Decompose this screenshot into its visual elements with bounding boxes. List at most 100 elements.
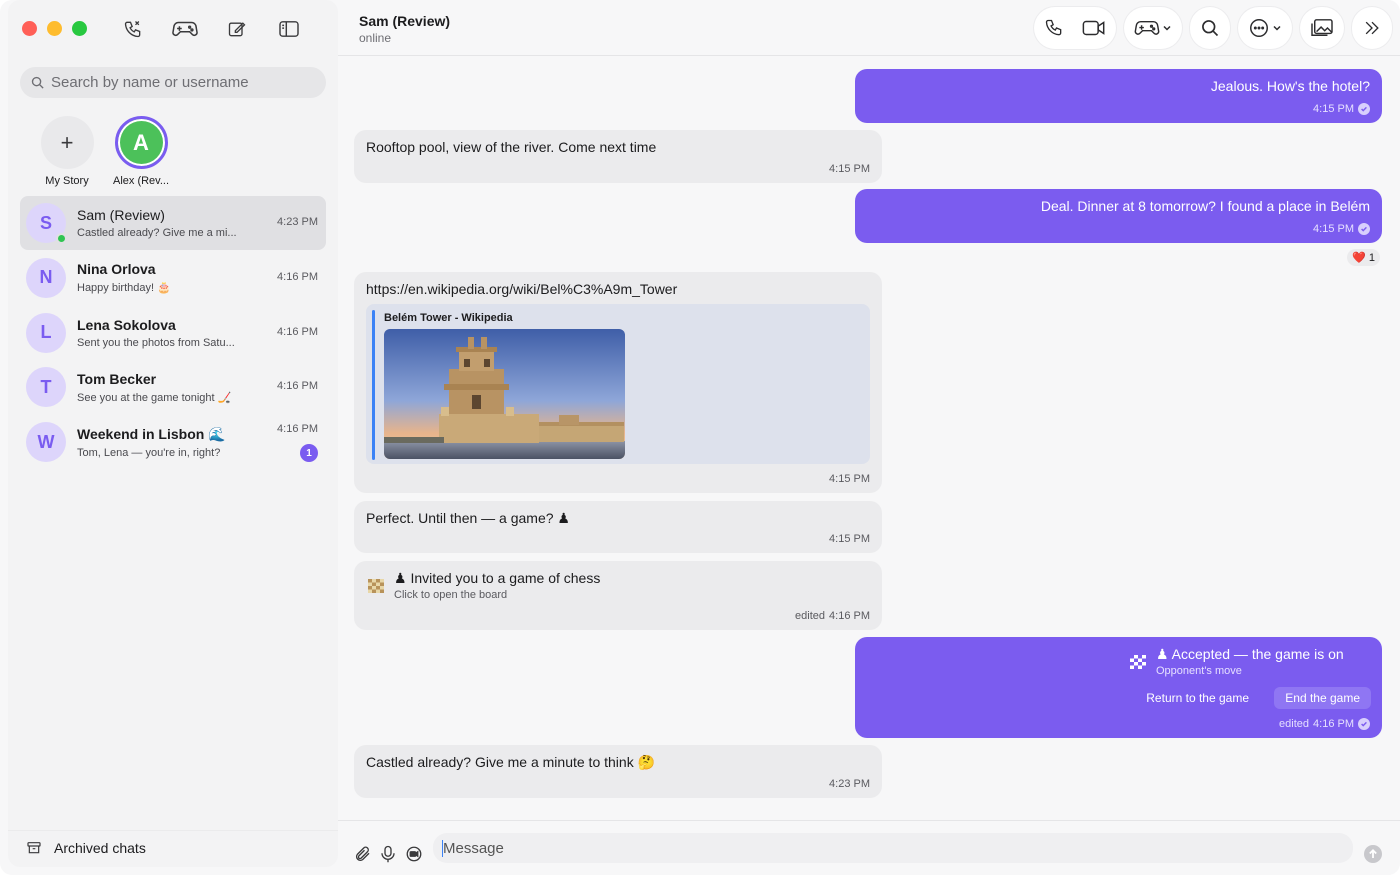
game-invite-subtext: Click to open the board — [394, 589, 508, 601]
chat-name: Sam (Review) — [77, 207, 165, 223]
story-label: Alex (Rev... — [112, 175, 170, 187]
divider — [8, 830, 338, 831]
window-controls — [22, 21, 87, 36]
message-time: 4:15 PM — [1313, 103, 1354, 115]
message-incoming-link[interactable]: https://en.wikipedia.org/wiki/Bel%C3%A9m… — [354, 272, 882, 493]
message-time: 4:15 PM — [829, 473, 870, 485]
sidebar: + My Story A Alex (Rev... S Sam (Review)… — [8, 0, 338, 867]
search-input[interactable] — [51, 74, 311, 91]
sidebar-toggle-icon[interactable] — [274, 14, 304, 44]
chat-item-lena[interactable]: L Lena Sokolova Sent you the photos from… — [20, 306, 326, 360]
chat-name: Lena Sokolova — [77, 316, 176, 333]
zoom-window-button[interactable] — [72, 21, 87, 36]
send-button[interactable] — [1364, 845, 1382, 863]
chat-item-tom[interactable]: T Tom Becker See you at the game tonight… — [20, 360, 326, 414]
message-time: 4:15 PM — [829, 533, 870, 545]
sidebar-toolbar — [118, 14, 304, 44]
link-preview-accent — [372, 310, 375, 460]
message-input[interactable] — [433, 833, 1353, 863]
message-text: Jealous. How's the hotel? — [1210, 78, 1370, 94]
chevron-down-icon — [1273, 25, 1281, 31]
chat-header: Sam (Review) online — [338, 0, 1400, 56]
archived-label: Archived chats — [54, 840, 146, 856]
message-incoming[interactable]: Castled already? Give me a minute to thi… — [354, 745, 882, 798]
chat-time: 4:16 PM — [277, 423, 318, 436]
more-options-icon[interactable] — [1248, 17, 1282, 39]
return-to-game-button[interactable]: Return to the game — [1146, 691, 1249, 705]
chat-name: Weekend in Lisbon 🌊 — [77, 425, 226, 442]
media-gallery-icon[interactable] — [1310, 18, 1334, 38]
link-preview-title: Belém Tower - Wikipedia — [384, 312, 513, 324]
double-chevron-right-icon[interactable] — [1362, 18, 1382, 38]
chessboard-icon — [368, 579, 384, 593]
minimize-window-button[interactable] — [47, 21, 62, 36]
reaction-badge[interactable]: ❤️ 1 — [1347, 249, 1380, 266]
search-icon — [31, 76, 44, 89]
edited-label: edited — [1279, 718, 1310, 730]
close-window-button[interactable] — [22, 21, 37, 36]
message-incoming[interactable]: Rooftop pool, view of the river. Come ne… — [354, 130, 882, 183]
chessboard-icon — [1130, 655, 1146, 669]
online-indicator — [56, 233, 67, 244]
chat-preview: Happy birthday! 🎂 — [77, 282, 171, 295]
link-preview-image[interactable] — [384, 329, 625, 459]
end-game-button[interactable]: End the game — [1274, 687, 1371, 709]
archived-chats-button[interactable]: Archived chats — [26, 840, 146, 856]
link-preview-card[interactable]: Belém Tower - Wikipedia — [366, 304, 870, 464]
compose-icon[interactable] — [222, 14, 252, 44]
message-link[interactable]: https://en.wikipedia.org/wiki/Bel%C3%A9m… — [366, 281, 677, 297]
avatar: S — [26, 203, 67, 244]
chat-status: online — [359, 31, 392, 45]
phone-icon[interactable] — [1044, 18, 1064, 38]
message-text: Rooftop pool, view of the river. Come ne… — [366, 139, 657, 155]
story-alex[interactable]: A Alex (Rev... — [112, 116, 170, 187]
message-time: 4:23 PM — [829, 778, 870, 790]
read-check-icon — [1358, 223, 1370, 235]
reaction-count: 1 — [1368, 251, 1375, 264]
message-time: 4:15 PM — [1313, 223, 1354, 235]
chat-preview: Sent you the photos from Satu... — [77, 336, 235, 349]
message-time: 4:15 PM — [829, 163, 870, 175]
chat-item-sam[interactable]: S Sam (Review) Castled already? Give me … — [20, 196, 326, 250]
message-outgoing[interactable]: Jealous. How's the hotel? 4:15 PM — [855, 69, 1382, 123]
text-cursor — [442, 840, 443, 857]
chat-panel: Sam (Review) online Jealous. How's the h… — [338, 0, 1400, 875]
message-text: Perfect. Until then — a game? ♟ — [366, 510, 570, 526]
chat-list: S Sam (Review) Castled already? Give me … — [20, 196, 326, 470]
chat-title[interactable]: Sam (Review) — [359, 13, 450, 29]
game-controller-icon[interactable] — [1134, 19, 1172, 37]
story-my-story[interactable]: + My Story — [38, 116, 96, 187]
arrow-up-icon — [1369, 849, 1377, 858]
read-check-icon — [1358, 103, 1370, 115]
message-game-accepted[interactable]: ♟ Accepted — the game is on Opponent's m… — [855, 637, 1382, 738]
message-incoming[interactable]: Perfect. Until then — a game? ♟ 4:15 PM — [354, 501, 882, 553]
search-icon[interactable] — [1200, 18, 1220, 38]
read-check-icon — [1358, 718, 1370, 730]
story-label: My Story — [45, 175, 89, 187]
chat-preview: Castled already? Give me a mi... — [77, 227, 237, 239]
video-message-icon[interactable] — [405, 845, 423, 868]
attach-icon[interactable] — [354, 845, 372, 868]
message-composer — [338, 820, 1400, 875]
chat-item-weekend-lisbon[interactable]: W Weekend in Lisbon 🌊 Tom, Lena — you're… — [20, 415, 326, 469]
chat-name: Tom Becker — [77, 370, 157, 387]
game-invite-text: ♟ Invited you to a game of chess — [394, 570, 601, 586]
calls-icon[interactable] — [118, 14, 148, 44]
avatar: T — [26, 367, 66, 408]
chat-name: Nina Orlova — [77, 261, 156, 278]
chevron-down-icon — [1163, 25, 1171, 31]
games-icon[interactable] — [170, 14, 200, 44]
avatar: L — [26, 312, 66, 353]
video-call-icon[interactable] — [1082, 19, 1106, 37]
edited-label: edited — [795, 610, 826, 622]
message-time: 4:16 PM — [829, 610, 870, 622]
message-outgoing[interactable]: Deal. Dinner at 8 tomorrow? I found a pl… — [855, 189, 1382, 243]
chat-item-nina[interactable]: N Nina Orlova Happy birthday! 🎂 4:16 PM — [20, 251, 326, 305]
chat-time: 4:16 PM — [277, 325, 318, 338]
microphone-icon[interactable] — [380, 845, 396, 868]
app-window: + My Story A Alex (Rev... S Sam (Review)… — [0, 0, 1400, 875]
message-text: Deal. Dinner at 8 tomorrow? I found a pl… — [1040, 198, 1370, 214]
search-bar[interactable] — [20, 67, 326, 98]
avatar: N — [26, 257, 66, 298]
message-game-invite[interactable]: ♟ Invited you to a game of chess Click t… — [354, 561, 882, 630]
